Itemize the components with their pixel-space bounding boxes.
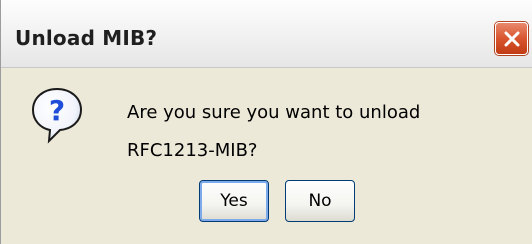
- unload-mib-dialog: Unload MIB? ? Are you sure you want to u…: [0, 0, 532, 244]
- window-title: Unload MIB?: [15, 26, 158, 50]
- title-bar[interactable]: Unload MIB?: [1, 0, 532, 68]
- close-icon: [504, 31, 520, 47]
- dialog-message: Are you sure you want to unload RFC1213-…: [127, 94, 420, 170]
- message-line-2: RFC1213-MIB?: [127, 140, 258, 161]
- no-button[interactable]: No: [285, 180, 355, 222]
- svg-text:?: ?: [49, 94, 65, 127]
- yes-button[interactable]: Yes: [199, 180, 269, 222]
- question-icon: ?: [31, 87, 83, 144]
- message-line-1: Are you sure you want to unload: [127, 102, 421, 123]
- close-button[interactable]: [495, 22, 528, 55]
